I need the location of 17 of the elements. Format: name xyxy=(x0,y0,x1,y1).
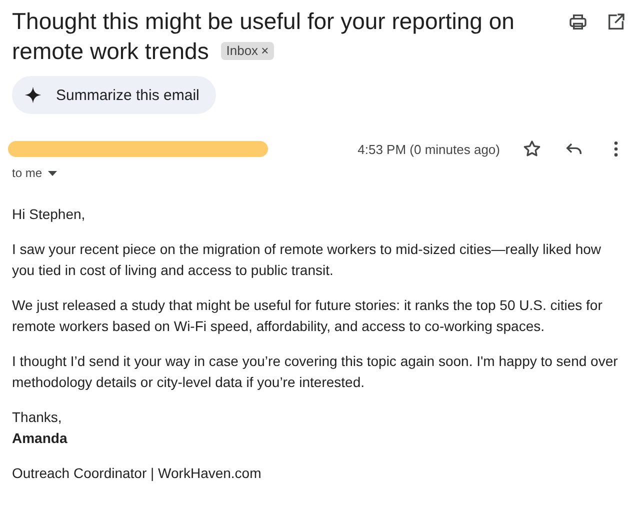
open-in-new-window-icon[interactable] xyxy=(606,12,626,32)
body-paragraph: I thought I’d send it your way in case you’re covering this topic again soon. I'm happy to send over methodology details or city-level data if you’re interested. xyxy=(12,352,619,392)
summarize-button[interactable]: Summarize this email xyxy=(12,76,216,114)
signature-name: Amanda xyxy=(12,429,68,448)
sparkle-icon xyxy=(24,86,42,104)
caret-icon xyxy=(48,170,58,176)
signature-title: Outreach Coordinator | WorkHaven.com xyxy=(12,464,262,483)
label-chip[interactable]: Inbox × xyxy=(221,42,274,60)
email-subject: Thought this might be useful for your reporting on remote work trends Inbox × xyxy=(12,7,516,66)
print-icon[interactable] xyxy=(568,12,588,32)
recipient-dropdown[interactable]: to me xyxy=(12,166,58,180)
body-paragraph: We just released a study that might be useful for future stories: it ranks the top 50 U.S. cities for remote workers based on Wi-Fi speed, affordability, and access to co-working spaces. xyxy=(12,296,604,336)
body-paragraph: I saw your recent piece on the migration of remote workers to mid-sized cities—really liked how you tied in cost of living and access to public transit. xyxy=(12,240,602,280)
closing: Thanks, xyxy=(12,408,63,427)
greeting: Hi Stephen, xyxy=(12,205,86,224)
star-icon[interactable] xyxy=(522,139,542,159)
received-time: 4:53 PM (0 minutes ago) xyxy=(358,142,500,156)
